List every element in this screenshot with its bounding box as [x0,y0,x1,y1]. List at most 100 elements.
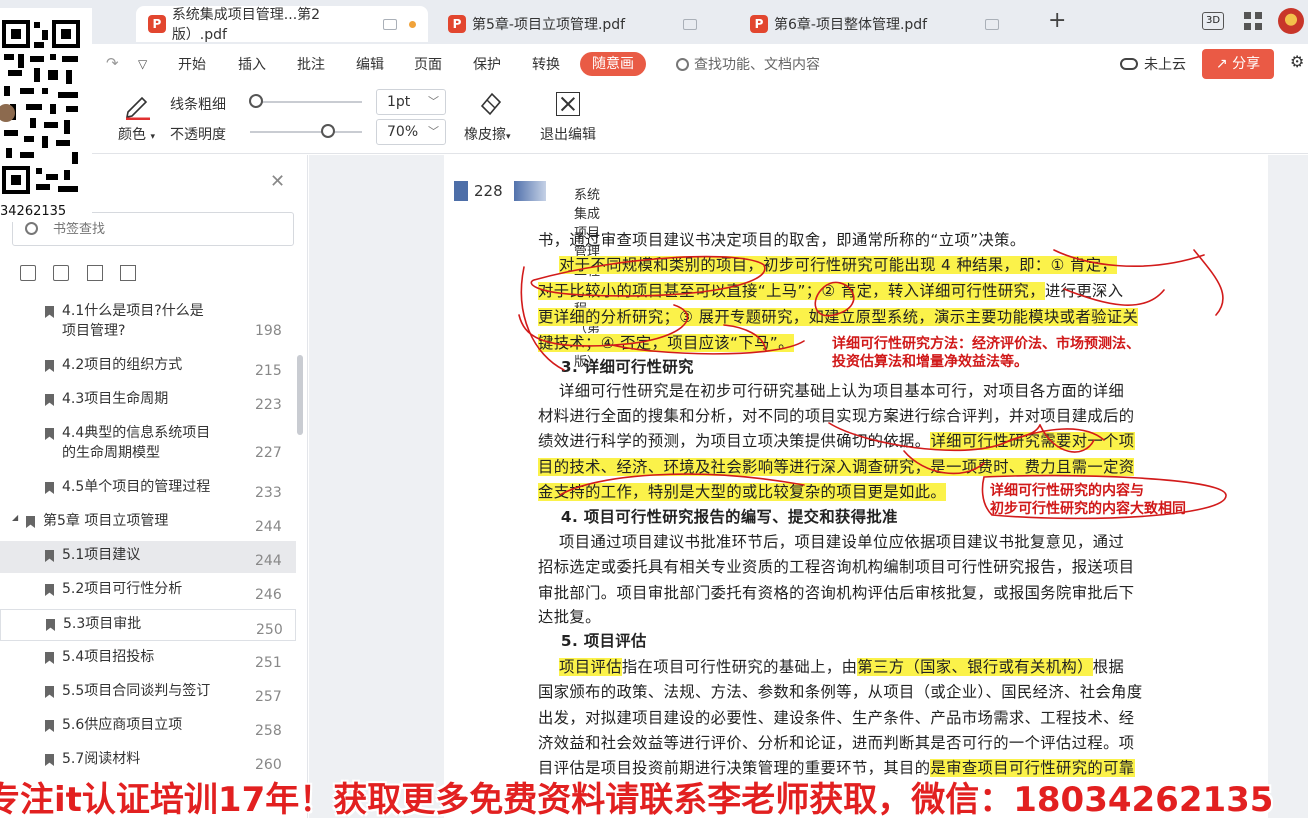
bookmark-label: 4.1什么是项目?什么是 项目管理? [62,303,204,339]
text-line: 出发，对拟建项目建设的必要性、建设条件、生产条件、产品市场需求、工程技术、经 [538,708,1134,728]
highlighted-text: 第三方（国家、银行或有关机构） [857,658,1093,676]
bookmark-page-number: 244 [255,553,282,569]
menu-edit[interactable]: 编辑 [356,54,384,74]
sidebar-scrollbar[interactable] [297,355,303,435]
eraser-icon[interactable] [478,90,504,116]
text-segment [538,658,559,676]
redo-icon[interactable]: ↷ [106,54,119,72]
line-width-slider-knob[interactable] [249,94,263,108]
apps-grid-icon[interactable] [1244,12,1262,30]
menu-free-draw[interactable]: 随意画 [580,52,646,76]
opacity-slider-knob[interactable] [321,124,336,138]
cloud-icon [1120,58,1138,70]
bookmark-item[interactable]: 5.4项目招投标 251 [0,643,296,675]
view-mode-icon[interactable]: 3D [1202,12,1224,30]
color-label: 颜色 [118,127,146,143]
tab-bar: P 系统集成项目管理...第2版）.pdf P 第5章-项目立项管理.pdf P… [0,0,1308,44]
bookmark-item[interactable]: ◢ 第5章 项目立项管理 244 [0,507,296,539]
bookmark-item[interactable]: 5.1项目建议 244 [0,541,296,573]
opacity-slider[interactable] [250,131,362,133]
expand-all-icon[interactable] [20,265,36,281]
bookmark-page-number: 258 [255,723,282,739]
add-bookmark-icon[interactable] [87,265,103,281]
text-line: 3. 详细可行性研究 [538,357,694,377]
bookmark-search-input[interactable] [53,219,283,239]
exit-edit-button[interactable]: 退出编辑 [540,124,596,144]
bookmark-label: 4.4典型的信息系统项目 的生命周期模型 [62,425,211,461]
menu-annotate[interactable]: 批注 [297,54,325,74]
section-heading: 4. 项目可行性研究报告的编写、提交和获得批准 [538,508,898,526]
tab-document-2[interactable]: P 第5章-项目立项管理.pdf [436,6,726,42]
exit-edit-icon[interactable] [556,92,580,116]
bookmark-item[interactable]: 5.5项目合同谈判与签订 257 [0,677,296,709]
share-button[interactable]: ↗ 分享 [1202,49,1274,79]
header-gradient-decoration [514,181,546,201]
bookmark-item[interactable]: 4.2项目的组织方式 215 [0,351,296,383]
bookmark-flag-icon [45,652,54,664]
menu-insert[interactable]: 插入 [238,54,266,74]
text-line: 达批复。 [538,607,601,627]
opacity-select[interactable]: 70% ﹀ [376,119,446,145]
bookmark-item[interactable]: 4.1什么是项目?什么是 项目管理? 198 [0,297,296,345]
pdf-page[interactable]: 228 系统集成项目管理工程师教程（第 2 版） 书，通过审查项目建议书决定项目… [444,155,1268,818]
bookmark-label: 5.5项目合同谈判与签订 [62,683,211,699]
text-line: 5. 项目评估 [538,631,647,651]
bookmark-label: 4.5单个项目的管理过程 [62,479,211,495]
bookmark-item[interactable]: 5.6供应商项目立项 258 [0,711,296,743]
tab-label: 第6章-项目整体管理.pdf [774,17,928,33]
bookmark-flag-icon [46,619,55,631]
menu-page[interactable]: 页面 [414,54,442,74]
text-line: 详细可行性研究是在初步可行研究基础上认为项目基本可行，对项目各方面的详细 [538,381,1124,401]
bookmark-flag-icon [45,360,54,372]
collapse-all-icon[interactable] [53,265,69,281]
unsaved-dot-icon [409,20,416,28]
text-line: 更详细的分析研究；③ 展开专题研究，如建立原型系统，演示主要功能模块或者验证关 [538,307,1139,327]
bookmark-label: 4.3项目生命周期 [62,391,169,407]
text-line: 材料进行全面的搜集和分析，对不同的项目实现方案进行综合评判，并对项目建成后的 [538,406,1134,426]
color-dropdown[interactable]: 颜色 ▾ [118,124,155,144]
quick-access-chevron-icon[interactable]: ▽ [138,57,147,71]
qr-code-overlay: 34262135 [0,8,92,222]
bookmark-item[interactable]: 5.2项目可行性分析 246 [0,575,296,607]
bookmark-flag-icon [45,306,54,318]
document-viewport[interactable]: 228 系统集成项目管理工程师教程（第 2 版） 书，通过审查项目建议书决定项目… [309,155,1308,818]
settings-gear-icon[interactable]: ⚙ [1290,52,1304,71]
bookmark-label: 5.6供应商项目立项 [62,717,183,733]
search-icon [676,57,689,71]
highlighted-text: 对于比较小的项目甚至可以直接“上马”；② 肯定，转入详细可行性研究， [538,282,1045,300]
menu-convert[interactable]: 转换 [532,54,560,74]
bookmark-page-number: 250 [256,622,283,638]
menu-protect[interactable]: 保护 [473,54,501,74]
line-width-value: 1pt [387,94,411,110]
chevron-down-icon: ▾ [506,132,511,142]
bookmark-label: 5.3项目审批 [63,616,142,632]
avatar[interactable] [1278,8,1304,34]
bookmark-item[interactable]: 4.4典型的信息系统项目 的生命周期模型 227 [0,419,296,467]
eraser-button[interactable]: 橡皮擦▾ [464,124,511,144]
pen-icon[interactable] [122,90,152,120]
text-segment: 绩效进行科学的预测，为项目立项决策提供确切的依据。 [538,432,931,450]
line-width-slider[interactable] [256,101,362,103]
draw-tool-ribbon: 颜色 ▾ 线条粗细 不透明度 1pt ﹀ 70% ﹀ 橡皮擦▾ 退出编辑 [0,84,1308,154]
text-segment: 根据 [1092,658,1125,676]
bookmark-item[interactable]: 4.5单个项目的管理过程 233 [0,473,296,505]
cloud-status[interactable]: 未上云 [1120,54,1186,74]
text-line: 金支持的工作，特别是大型的或比较复杂的项目更是如此。 [538,482,947,502]
feature-search[interactable]: 查找功能、文档内容 [676,54,820,74]
text-line: 目的技术、经济、环境及社会影响等进行深入调查研究，是一项费时、费力且需一定资 [538,457,1135,477]
tab-document-1[interactable]: P 系统集成项目管理...第2版）.pdf [136,6,428,43]
text-segment: 达批复。 [538,608,601,626]
tab-document-3[interactable]: P 第6章-项目整体管理.pdf [738,6,1028,42]
bookmark-flag-icon [45,482,54,494]
close-icon[interactable]: ✕ [270,171,285,192]
line-width-select[interactable]: 1pt ﹀ [376,89,446,115]
bookmark-icon[interactable] [120,265,136,281]
text-line: 书，通过审查项目建议书决定项目的取舍，即通常所称的“立项”决策。 [538,230,1026,250]
new-tab-button[interactable]: + [1048,8,1066,33]
bookmark-page-number: 223 [255,397,282,413]
menu-start[interactable]: 开始 [178,54,206,74]
collapse-triangle-icon[interactable]: ◢ [12,513,18,522]
bookmark-item[interactable]: 5.3项目审批 250 [0,609,296,641]
bookmark-item[interactable]: 4.3项目生命周期 223 [0,385,296,417]
text-line: 济效益和社会效益等进行评价、分析和论证，进而判断其是否可行的一个评估过程。项 [538,733,1134,753]
